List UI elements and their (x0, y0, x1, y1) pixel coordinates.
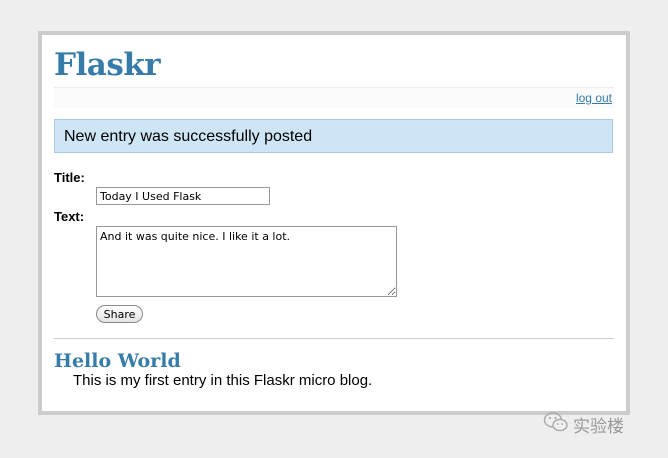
page-title: Flaskr (54, 47, 161, 83)
flash-message-text: New entry was successfully posted (64, 128, 313, 145)
text-label: Text: (54, 209, 85, 224)
title-label: Title: (54, 170, 85, 185)
metanav-bar: log out (54, 87, 614, 108)
entry-title: Hello World (54, 350, 181, 372)
page-container: Flaskr log out New entry was successfull… (38, 31, 630, 415)
watermark: 实验楼 (543, 411, 624, 438)
divider (54, 338, 614, 339)
share-button[interactable]: Share (96, 305, 143, 323)
text-textarea[interactable]: And it was quite nice. I like it a lot. (96, 226, 397, 297)
title-input[interactable] (96, 187, 270, 205)
wechat-icon (543, 411, 569, 438)
entry-text: This is my first entry in this Flaskr mi… (73, 372, 373, 389)
flash-message: New entry was successfully posted (54, 119, 613, 153)
watermark-text: 实验楼 (573, 417, 624, 437)
logout-link[interactable]: log out (576, 91, 612, 105)
